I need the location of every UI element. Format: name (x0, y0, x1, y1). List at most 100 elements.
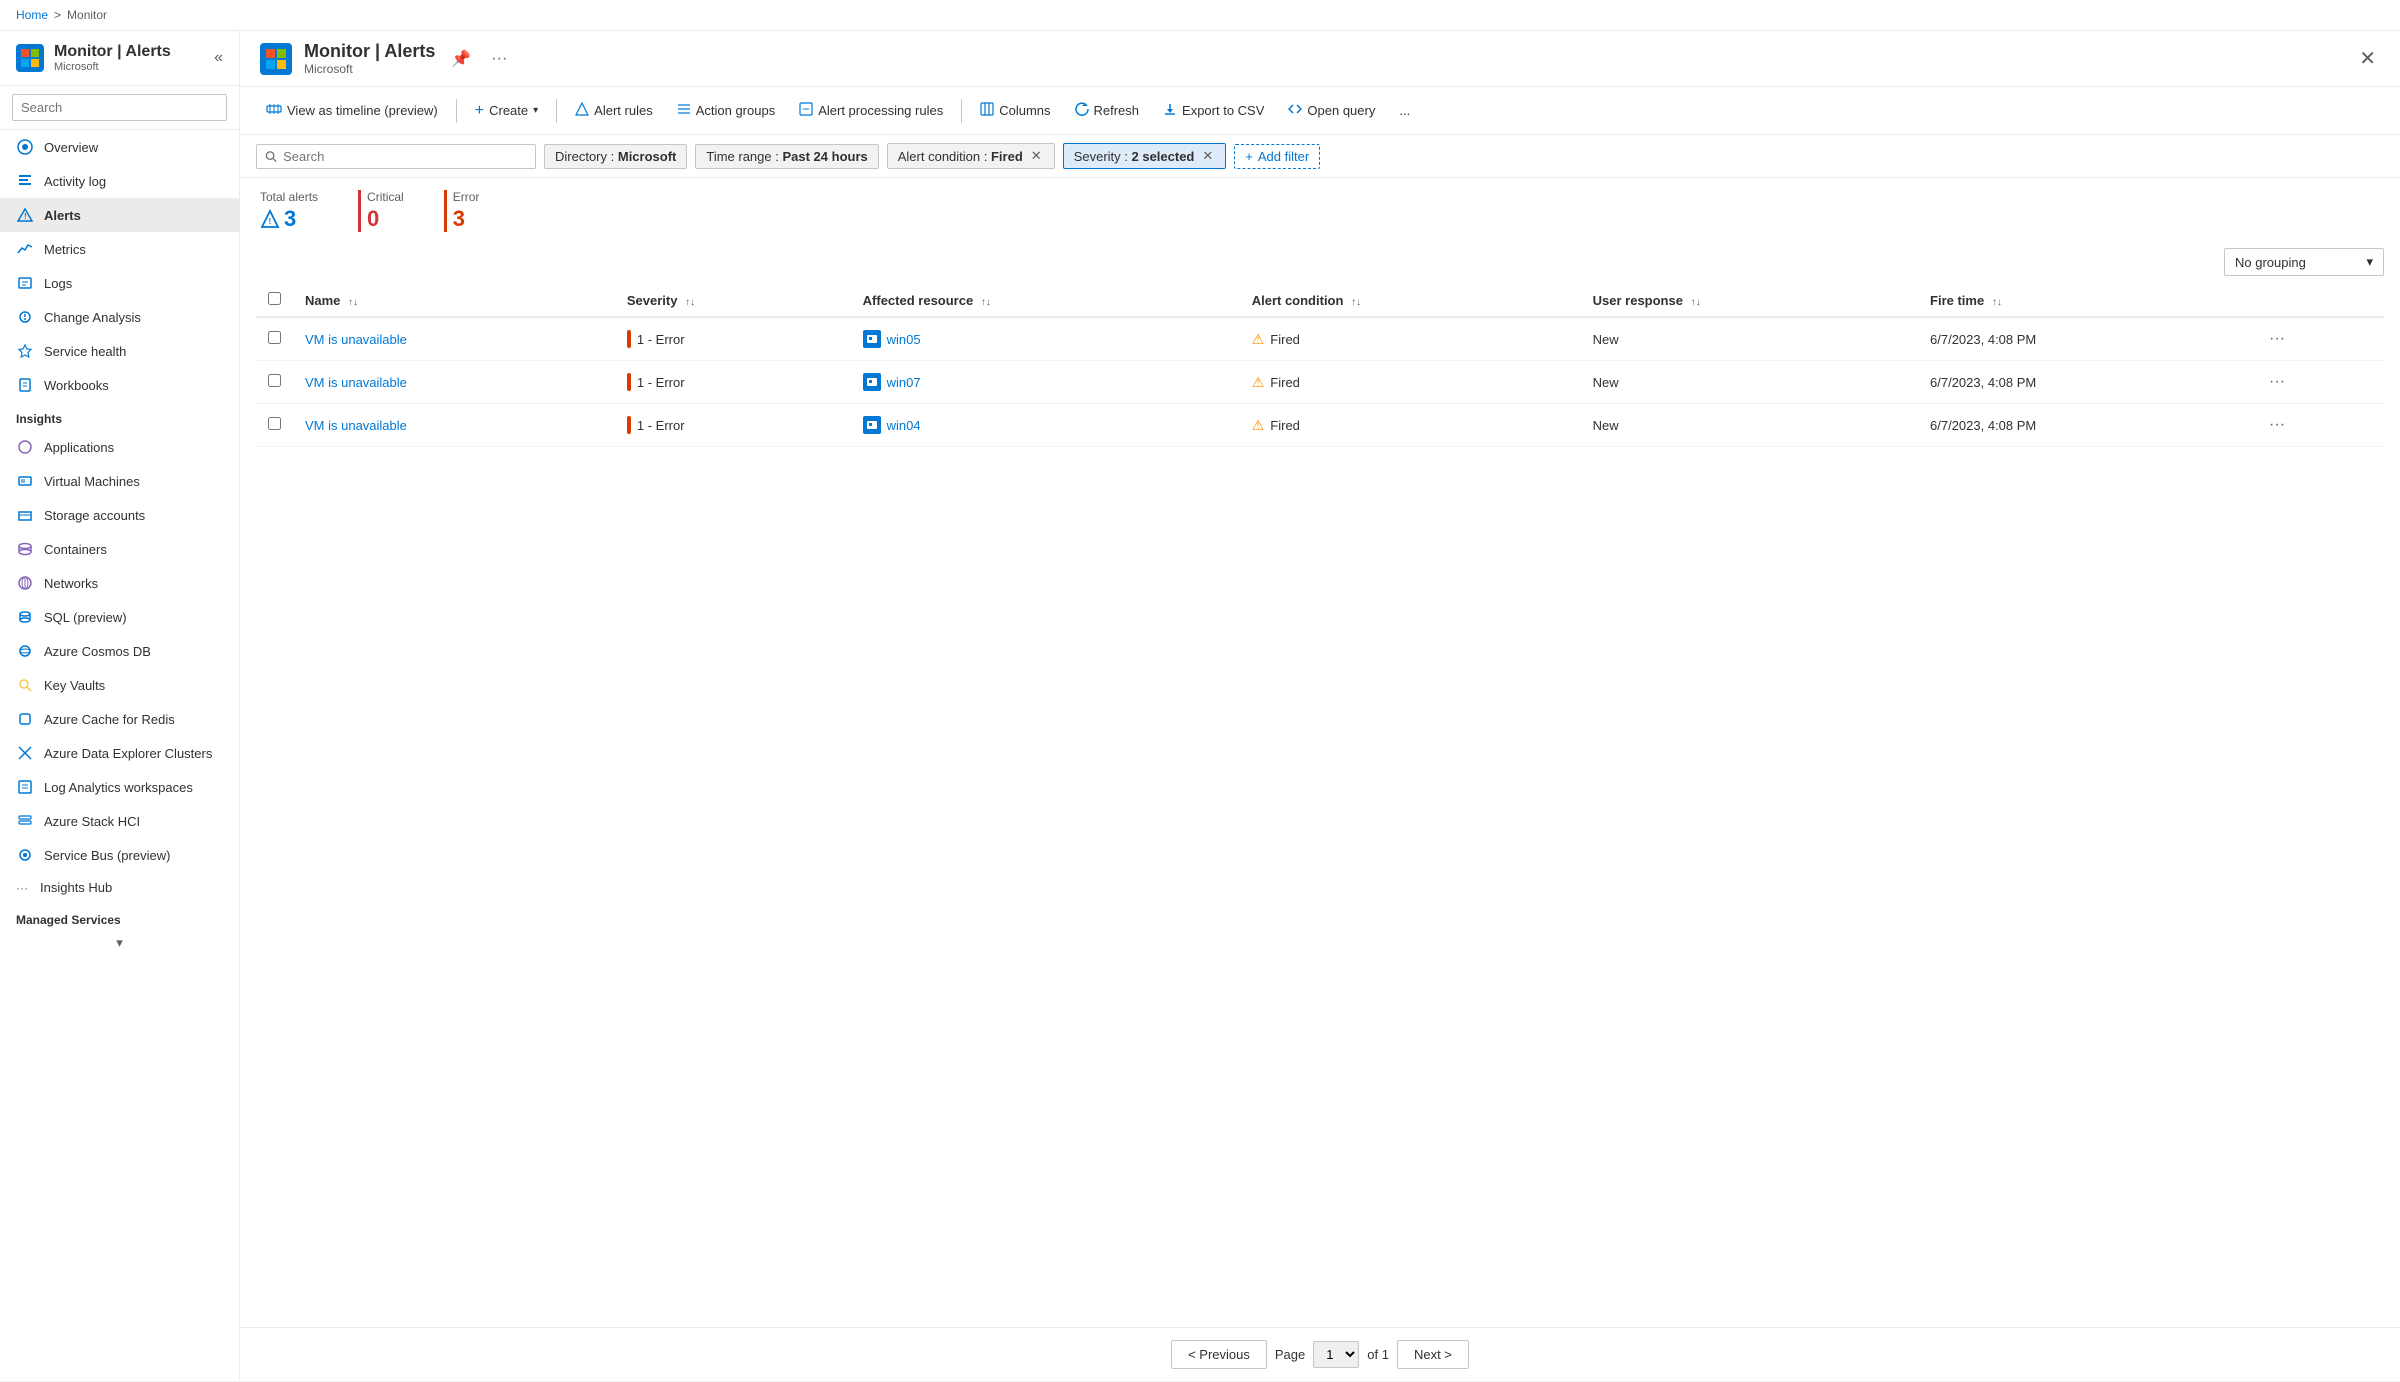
sidebar-item-log-analytics[interactable]: Log Analytics workspaces (0, 770, 239, 804)
filter-chip-directory-label: Directory : Microsoft (555, 149, 676, 164)
alert-rules-button[interactable]: Alert rules (565, 96, 663, 125)
sidebar-search-input[interactable] (12, 94, 227, 121)
row-name-link[interactable]: VM is unavailable (305, 332, 407, 347)
fire-time-sort-icon: ↑↓ (1992, 297, 2002, 308)
redis-icon (16, 710, 34, 728)
of-label: of 1 (1367, 1347, 1389, 1362)
filter-chip-time-range: Time range : Past 24 hours (695, 144, 878, 169)
alerts-table: Name ↑↓ Severity ↑↓ Affected resource ↑↓ (256, 284, 2384, 447)
row-checkbox-1[interactable] (268, 374, 281, 387)
key-vaults-icon (16, 676, 34, 694)
sidebar-item-workbooks[interactable]: Workbooks (0, 368, 239, 402)
table-header-severity[interactable]: Severity ↑↓ (615, 284, 851, 317)
sidebar-item-redis[interactable]: Azure Cache for Redis (0, 702, 239, 736)
page-select[interactable]: 1 (1313, 1341, 1359, 1368)
close-button[interactable]: ✕ (2355, 42, 2380, 75)
sidebar-item-workbooks-label: Workbooks (44, 378, 109, 393)
severity-badge: 1 - Error (627, 373, 839, 391)
svg-text:!: ! (24, 212, 27, 221)
sidebar-item-activity-log[interactable]: Activity log (0, 164, 239, 198)
filter-chip-alert-condition-label: Alert condition : Fired (898, 149, 1023, 164)
title-more-button[interactable]: ··· (487, 46, 511, 72)
sidebar-item-key-vaults-label: Key Vaults (44, 678, 105, 693)
sidebar-item-virtual-machines[interactable]: Virtual Machines (0, 464, 239, 498)
add-filter-button[interactable]: + Add filter (1234, 144, 1320, 169)
table-header-name[interactable]: Name ↑↓ (293, 284, 615, 317)
sidebar-item-applications[interactable]: Applications (0, 430, 239, 464)
sidebar-item-storage-accounts-label: Storage accounts (44, 508, 145, 523)
sidebar-item-overview[interactable]: Overview (0, 130, 239, 164)
filter-chip-severity-close[interactable]: ✕ (1200, 148, 1215, 164)
export-button[interactable]: Export to CSV (1153, 96, 1274, 125)
breadcrumb: Home > Monitor (0, 0, 2400, 31)
action-groups-icon (677, 102, 691, 119)
table-header-user-response[interactable]: User response ↑↓ (1581, 284, 1918, 317)
table-header-affected-resource[interactable]: Affected resource ↑↓ (851, 284, 1240, 317)
sidebar-item-storage-accounts[interactable]: Storage accounts (0, 498, 239, 532)
alert-processing-rules-label: Alert processing rules (818, 103, 943, 118)
sidebar-item-containers[interactable]: Containers (0, 532, 239, 566)
severity-indicator (627, 330, 631, 348)
row-name-link[interactable]: VM is unavailable (305, 418, 407, 433)
table-header-fire-time[interactable]: Fire time ↑↓ (1918, 284, 2251, 317)
sidebar-item-data-explorer[interactable]: Azure Data Explorer Clusters (0, 736, 239, 770)
row-severity-cell: 1 - Error (615, 317, 851, 361)
next-button[interactable]: Next > (1397, 1340, 1469, 1369)
row-user-response-cell: New (1581, 317, 1918, 361)
previous-button[interactable]: < Previous (1171, 1340, 1267, 1369)
row-more-button[interactable]: ··· (2263, 328, 2291, 350)
grouping-dropdown[interactable]: No grouping ▾ (2224, 248, 2384, 276)
filter-search-container[interactable] (256, 144, 536, 169)
severity-badge: 1 - Error (627, 416, 839, 434)
resource-icon (863, 373, 881, 391)
resource-link[interactable]: win05 (887, 332, 921, 347)
sidebar-item-metrics[interactable]: Metrics (0, 232, 239, 266)
columns-button[interactable]: Columns (970, 96, 1060, 125)
sidebar-item-service-bus[interactable]: Service Bus (preview) (0, 838, 239, 872)
sidebar-item-service-health[interactable]: Service health (0, 334, 239, 368)
workbooks-icon (16, 376, 34, 394)
severity-label: 1 - Error (637, 332, 685, 347)
sidebar-item-networks[interactable]: Networks (0, 566, 239, 600)
filter-chip-directory: Directory : Microsoft (544, 144, 687, 169)
condition-cell: ⚠ Fired (1252, 374, 1569, 391)
resource-link[interactable]: win07 (887, 375, 921, 390)
row-checkbox-0[interactable] (268, 331, 281, 344)
filter-search-input[interactable] (283, 149, 527, 164)
filter-chip-alert-condition-close[interactable]: ✕ (1029, 148, 1044, 164)
sidebar-scroll-down[interactable]: ▾ (0, 931, 239, 955)
stat-total-label: Total alerts (260, 190, 318, 204)
row-checkbox-2[interactable] (268, 417, 281, 430)
sidebar-item-stack-hci[interactable]: Azure Stack HCI (0, 804, 239, 838)
sidebar-collapse-button[interactable]: « (214, 49, 223, 67)
alert-processing-rules-button[interactable]: Alert processing rules (789, 96, 953, 125)
alert-condition-value: Fired (1270, 418, 1300, 433)
view-timeline-button[interactable]: View as timeline (preview) (256, 95, 448, 126)
sidebar-item-key-vaults[interactable]: Key Vaults (0, 668, 239, 702)
toolbar-more-button[interactable]: ... (1389, 97, 1420, 124)
sidebar-item-sql[interactable]: SQL (preview) (0, 600, 239, 634)
action-groups-button[interactable]: Action groups (667, 96, 786, 125)
refresh-button[interactable]: Refresh (1065, 96, 1150, 125)
table-wrapper: No grouping ▾ Name ↑↓ (240, 240, 2400, 1327)
sidebar-item-logs[interactable]: Logs (0, 266, 239, 300)
resource-link[interactable]: win04 (887, 418, 921, 433)
breadcrumb-home[interactable]: Home (16, 8, 48, 22)
select-all-checkbox[interactable] (268, 292, 281, 305)
row-fire-time-cell: 6/7/2023, 4:08 PM (1918, 361, 2251, 404)
insights-section-label: Insights (0, 402, 239, 430)
sidebar-item-service-health-label: Service health (44, 344, 126, 359)
sidebar-item-insights-hub[interactable]: ··· Insights Hub (0, 872, 239, 903)
row-more-button[interactable]: ··· (2263, 414, 2291, 436)
sidebar-item-activity-log-label: Activity log (44, 174, 106, 189)
row-more-button[interactable]: ··· (2263, 371, 2291, 393)
sidebar-item-cosmos-db[interactable]: Azure Cosmos DB (0, 634, 239, 668)
sidebar-item-change-analysis[interactable]: Change Analysis (0, 300, 239, 334)
table-header-alert-condition[interactable]: Alert condition ↑↓ (1240, 284, 1581, 317)
resource-cell: win05 (863, 330, 1228, 348)
row-name-link[interactable]: VM is unavailable (305, 375, 407, 390)
create-button[interactable]: + Create ▾ (465, 96, 548, 126)
sidebar-item-alerts[interactable]: ! Alerts (0, 198, 239, 232)
open-query-button[interactable]: Open query (1278, 96, 1385, 125)
pin-button[interactable]: 📌 (447, 45, 475, 73)
